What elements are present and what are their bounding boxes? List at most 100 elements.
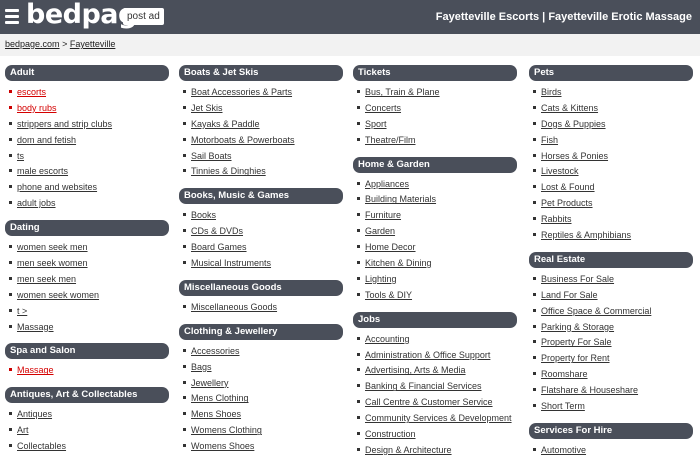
category-link[interactable]: Call Centre & Customer Service <box>365 397 493 407</box>
category-header-adult[interactable]: Adult <box>5 65 169 81</box>
category-link[interactable]: Mens Shoes <box>191 409 241 419</box>
category-link[interactable]: escorts <box>17 87 46 97</box>
category-link[interactable]: Reptiles & Amphibians <box>541 230 631 240</box>
list-item: men seek men <box>5 272 169 288</box>
category-link[interactable]: Rabbits <box>541 214 572 224</box>
category-link[interactable]: Lost & Found <box>541 182 595 192</box>
category-link[interactable]: Property For Sale <box>541 337 612 347</box>
category-link[interactable]: Banking & Financial Services <box>365 381 482 391</box>
category-link[interactable]: Short Term <box>541 401 585 411</box>
category-link[interactable]: Furniture <box>365 210 401 220</box>
category-link[interactable]: phone and websites <box>17 182 97 192</box>
category-header-pets[interactable]: Pets <box>529 65 693 81</box>
list-item: men seek women <box>5 256 169 272</box>
category-link[interactable]: Tinnies & Dinghies <box>191 166 266 176</box>
breadcrumb-home-link[interactable]: bedpage.com <box>5 39 60 49</box>
category-header-tickets[interactable]: Tickets <box>353 65 517 81</box>
category-link[interactable]: Birds <box>541 87 562 97</box>
category-header-home-and-garden[interactable]: Home & Garden <box>353 156 517 173</box>
category-link[interactable]: dom and fetish <box>17 135 76 145</box>
breadcrumb-city-link[interactable]: Fayetteville <box>70 39 116 49</box>
category-link[interactable]: Livestock <box>541 166 579 176</box>
list-item: Kayaks & Paddle <box>179 117 343 133</box>
category-link[interactable]: t > <box>17 306 27 316</box>
category-link[interactable]: Dogs & Puppies <box>541 119 606 129</box>
category-link[interactable]: Mens Clothing <box>191 393 249 403</box>
category-header-jobs[interactable]: Jobs <box>353 311 517 328</box>
category-link[interactable]: ts <box>17 151 24 161</box>
category-link[interactable]: Boat Accessories & Parts <box>191 87 292 97</box>
hamburger-menu-icon[interactable] <box>5 9 19 25</box>
category-link[interactable]: adult jobs <box>17 198 56 208</box>
category-link[interactable]: men seek women <box>17 258 88 268</box>
category-link[interactable]: Miscellaneous Goods <box>191 302 277 312</box>
list-item: Property For Sale <box>529 335 693 351</box>
category-link[interactable]: Pet Products <box>541 198 593 208</box>
category-link[interactable]: Jet Skis <box>191 103 223 113</box>
category-link[interactable]: Kitchen & Dining <box>365 258 432 268</box>
list-item: Land For Sale <box>529 288 693 304</box>
category-link[interactable]: Accounting <box>365 334 410 344</box>
list-item: Administration & Office Support <box>353 348 517 364</box>
category-link[interactable]: Parking & Storage <box>541 322 614 332</box>
category-header-spa-and-salon[interactable]: Spa and Salon <box>5 343 169 360</box>
category-link[interactable]: Land For Sale <box>541 290 598 300</box>
category-link[interactable]: Accessories <box>191 346 240 356</box>
category-link[interactable]: Sail Boats <box>191 151 232 161</box>
category-link[interactable]: Appliances <box>365 179 409 189</box>
category-link[interactable]: Roomshare <box>541 369 588 379</box>
category-link[interactable]: Fish <box>541 135 558 145</box>
category-header-clothing-and-jewellery[interactable]: Clothing & Jewellery <box>179 323 343 340</box>
category-link[interactable]: Massage <box>17 322 54 332</box>
category-header-boats-and-jet-skis[interactable]: Boats & Jet Skis <box>179 65 343 81</box>
list-item: Property for Rent <box>529 351 693 367</box>
category-link[interactable]: Massage <box>17 365 54 375</box>
category-header-antiques-art-and-collectables[interactable]: Antiques, Art & Collectables <box>5 387 169 404</box>
category-link[interactable]: Jewellery <box>191 378 229 388</box>
list-item: escorts <box>5 85 169 101</box>
category-link[interactable]: Home Decor <box>365 242 416 252</box>
category-header-books-music-and-games[interactable]: Books, Music & Games <box>179 188 343 205</box>
category-link[interactable]: CDs & DVDs <box>191 226 243 236</box>
category-link[interactable]: strippers and strip clubs <box>17 119 112 129</box>
category-link[interactable]: Sport <box>365 119 387 129</box>
post-ad-button[interactable]: post ad <box>123 8 164 25</box>
category-link[interactable]: Books <box>191 210 216 220</box>
category-link[interactable]: Building Materials <box>365 194 436 204</box>
category-link[interactable]: Motorboats & Powerboats <box>191 135 295 145</box>
category-link[interactable]: Administration & Office Support <box>365 350 490 360</box>
category-link[interactable]: Lighting <box>365 274 397 284</box>
category-link[interactable]: Concerts <box>365 103 401 113</box>
category-link[interactable]: Kayaks & Paddle <box>191 119 260 129</box>
category-link[interactable]: Art <box>17 425 29 435</box>
category-link[interactable]: Board Games <box>191 242 247 252</box>
category-link[interactable]: Antiques <box>17 409 52 419</box>
category-link[interactable]: Business For Sale <box>541 274 614 284</box>
category-link[interactable]: Bags <box>191 362 212 372</box>
category-link[interactable]: Office Space & Commercial <box>541 306 651 316</box>
category-link[interactable]: Theatre/Film <box>365 135 416 145</box>
category-header-real-estate[interactable]: Real Estate <box>529 251 693 268</box>
category-link[interactable]: Construction <box>365 429 416 439</box>
category-link[interactable]: Flatshare & Houseshare <box>541 385 638 395</box>
category-link[interactable]: Garden <box>365 226 395 236</box>
category-link[interactable]: Bus, Train & Plane <box>365 87 440 97</box>
category-list: Automotive <box>529 443 693 459</box>
category-link[interactable]: Cats & Kittens <box>541 103 598 113</box>
category-link[interactable]: Musical Instruments <box>191 258 271 268</box>
category-header-dating[interactable]: Dating <box>5 220 169 237</box>
category-link[interactable]: women seek women <box>17 290 99 300</box>
category-link[interactable]: Advertising, Arts & Media <box>365 365 466 375</box>
category-link[interactable]: Community Services & Development <box>365 413 512 423</box>
category-link[interactable]: Property for Rent <box>541 353 610 363</box>
list-item: Musical Instruments <box>179 256 343 272</box>
category-header-services-for-hire[interactable]: Services For Hire <box>529 422 693 439</box>
category-link[interactable]: Horses & Ponies <box>541 151 608 161</box>
category-link[interactable]: women seek men <box>17 242 88 252</box>
category-link[interactable]: men seek men <box>17 274 76 284</box>
category-link[interactable]: Womens Clothing <box>191 425 262 435</box>
category-header-miscellaneous-goods[interactable]: Miscellaneous Goods <box>179 279 343 296</box>
category-link[interactable]: body rubs <box>17 103 57 113</box>
category-link[interactable]: Tools & DIY <box>365 290 412 300</box>
category-link[interactable]: male escorts <box>17 166 68 176</box>
